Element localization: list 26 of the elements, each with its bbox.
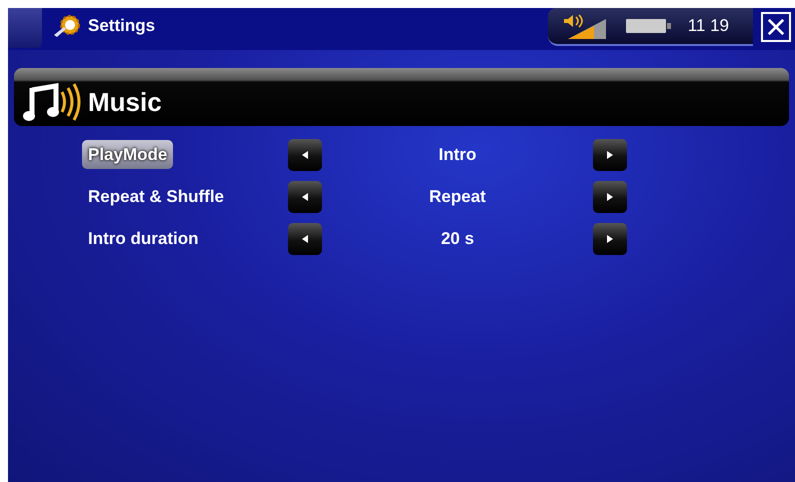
left-triangle-icon [300,150,310,160]
section-title: Music [88,86,162,118]
setting-value: Repeat [428,187,487,207]
previous-button[interactable] [288,139,322,171]
setting-label[interactable]: Intro duration [82,224,204,253]
setting-value: Intro [438,145,478,165]
clock-time: 11 19 [688,16,729,36]
window-switch-icon[interactable] [8,8,42,48]
music-icon [22,82,82,122]
left-triangle-icon [300,192,310,202]
right-triangle-icon [605,234,615,244]
next-button[interactable] [593,139,627,171]
setting-label[interactable]: Repeat & Shuffle [82,182,230,211]
previous-button[interactable] [288,223,322,255]
right-triangle-icon [605,192,615,202]
next-button[interactable] [593,223,627,255]
left-triangle-icon [300,234,310,244]
battery-icon [626,18,672,34]
close-icon [767,18,785,36]
settings-icon [52,13,82,39]
right-triangle-icon [605,150,615,160]
next-button[interactable] [593,181,627,213]
close-button[interactable] [761,12,791,42]
previous-button[interactable] [288,181,322,213]
window-title: Settings [88,16,156,36]
setting-value: 20 s [440,229,476,249]
